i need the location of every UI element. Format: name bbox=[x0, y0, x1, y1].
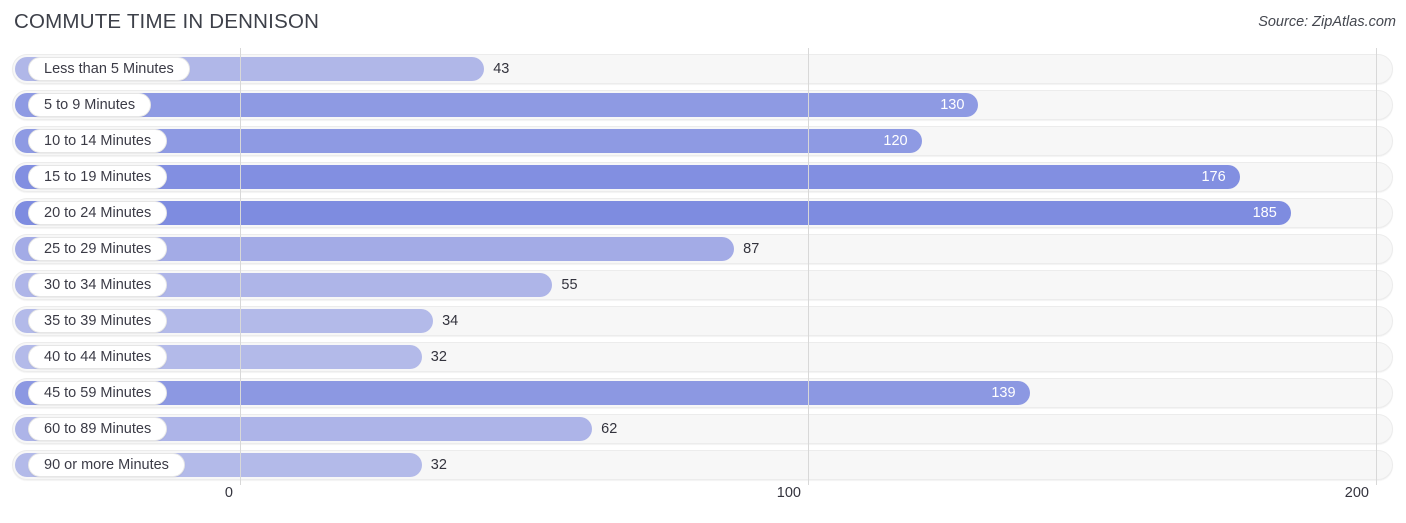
category-label-pill: 40 to 44 Minutes bbox=[28, 345, 168, 369]
page-title: COMMUTE TIME IN DENNISON bbox=[14, 10, 320, 33]
bar-row[interactable]: 20 to 24 Minutes 185 bbox=[12, 198, 1393, 228]
bar-row[interactable]: 5 to 9 Minutes 130 bbox=[12, 90, 1393, 120]
bar-row[interactable]: 10 to 14 Minutes 120 bbox=[12, 126, 1393, 156]
bar-rows: Less than 5 Minutes 43 5 to 9 Minutes 130 10… bbox=[0, 48, 1406, 485]
bar-value-label: 120 bbox=[883, 133, 908, 149]
bar-row[interactable]: Less than 5 Minutes 43 bbox=[12, 54, 1393, 84]
bar-row[interactable]: 25 to 29 Minutes 87 bbox=[12, 234, 1393, 264]
x-axis: 0 100 200 bbox=[0, 485, 1406, 523]
bar-value-label: 139 bbox=[991, 385, 1016, 401]
category-label-pill: 10 to 14 Minutes bbox=[28, 129, 168, 153]
category-label-pill: 35 to 39 Minutes bbox=[28, 309, 168, 333]
bar-value-label: 32 bbox=[430, 457, 447, 473]
category-label-pill: 60 to 89 Minutes bbox=[28, 417, 168, 441]
bar-value-label: 62 bbox=[601, 421, 618, 437]
category-label-pill: 15 to 19 Minutes bbox=[28, 165, 168, 189]
bar-row[interactable]: 90 or more Minutes 32 bbox=[12, 450, 1393, 480]
bar-value-label: 32 bbox=[430, 349, 447, 365]
bar-row[interactable]: 60 to 89 Minutes 62 bbox=[12, 414, 1393, 444]
bar-row[interactable]: 40 to 44 Minutes 32 bbox=[12, 342, 1393, 372]
bar-row[interactable]: 45 to 59 Minutes 139 bbox=[12, 378, 1393, 408]
bar-fill[interactable] bbox=[15, 93, 979, 117]
axis-tick-label: 0 bbox=[224, 485, 233, 501]
category-label-pill: Less than 5 Minutes bbox=[28, 57, 190, 81]
bar-value-label: 87 bbox=[743, 241, 760, 257]
bar-value-label: 55 bbox=[561, 277, 578, 293]
chart-header: COMMUTE TIME IN DENNISON Source: ZipAtla… bbox=[0, 0, 1406, 44]
bar-row[interactable]: 35 to 39 Minutes 34 bbox=[12, 306, 1393, 336]
bar-fill[interactable] bbox=[15, 381, 1030, 405]
plot-area: Less than 5 Minutes 43 5 to 9 Minutes 130 10… bbox=[0, 48, 1406, 485]
bar-row[interactable]: 15 to 19 Minutes 176 bbox=[12, 162, 1393, 192]
category-label-pill: 90 or more Minutes bbox=[28, 453, 185, 477]
category-label-pill: 45 to 59 Minutes bbox=[28, 381, 168, 405]
category-label-pill: 5 to 9 Minutes bbox=[28, 93, 152, 117]
bar-fill[interactable] bbox=[15, 165, 1240, 189]
category-label-pill: 30 to 34 Minutes bbox=[28, 273, 168, 297]
axis-tick-label: 100 bbox=[776, 485, 801, 501]
bar-fill[interactable] bbox=[15, 201, 1291, 225]
category-label-pill: 20 to 24 Minutes bbox=[28, 201, 168, 225]
bar-value-label: 176 bbox=[1201, 169, 1226, 185]
category-label-pill: 25 to 29 Minutes bbox=[28, 237, 168, 261]
bar-value-label: 34 bbox=[442, 313, 459, 329]
bar-value-label: 43 bbox=[493, 61, 510, 77]
axis-tick-label: 200 bbox=[1344, 485, 1369, 501]
bar-value-label: 185 bbox=[1252, 205, 1277, 221]
bar-value-label: 130 bbox=[940, 97, 965, 113]
bar-row[interactable]: 30 to 34 Minutes 55 bbox=[12, 270, 1393, 300]
source-attribution: Source: ZipAtlas.com bbox=[1258, 14, 1396, 30]
